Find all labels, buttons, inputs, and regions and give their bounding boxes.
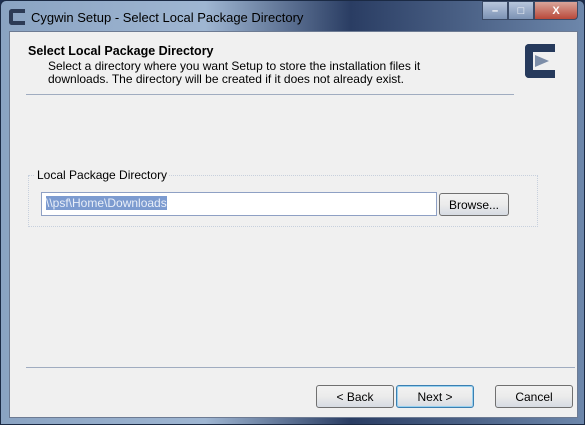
cygwin-logo-icon bbox=[9, 9, 25, 25]
page-title: Select Local Package Directory bbox=[28, 44, 214, 58]
window-title: Cygwin Setup - Select Local Package Dire… bbox=[31, 9, 304, 25]
title-bar: Cygwin Setup - Select Local Package Dire… bbox=[9, 6, 303, 28]
directory-input-value: \\psf\Home\Downloads bbox=[46, 196, 167, 210]
maximize-button[interactable]: □ bbox=[508, 1, 534, 20]
directory-input[interactable]: \\psf\Home\Downloads bbox=[41, 192, 437, 216]
back-button[interactable]: < Back bbox=[316, 385, 394, 408]
local-package-directory-group: Local Package Directory \\psf\Home\Downl… bbox=[28, 168, 538, 227]
browse-button[interactable]: Browse... bbox=[439, 193, 509, 216]
cygwin-logo-icon bbox=[525, 44, 555, 78]
window: Cygwin Setup - Select Local Package Dire… bbox=[0, 0, 585, 425]
minimize-button[interactable]: – bbox=[482, 1, 508, 20]
header: Select Local Package Directory Select a … bbox=[10, 32, 577, 94]
dialog-body: Select Local Package Directory Select a … bbox=[9, 31, 578, 418]
cancel-button[interactable]: Cancel bbox=[495, 385, 573, 408]
window-controls: – □ X bbox=[482, 1, 578, 20]
close-button[interactable]: X bbox=[534, 1, 578, 20]
page-description: Select a directory where you want Setup … bbox=[48, 59, 421, 86]
next-button[interactable]: Next > bbox=[396, 385, 474, 408]
group-label: Local Package Directory bbox=[35, 168, 170, 182]
header-divider bbox=[26, 94, 514, 95]
footer-divider bbox=[26, 367, 575, 368]
